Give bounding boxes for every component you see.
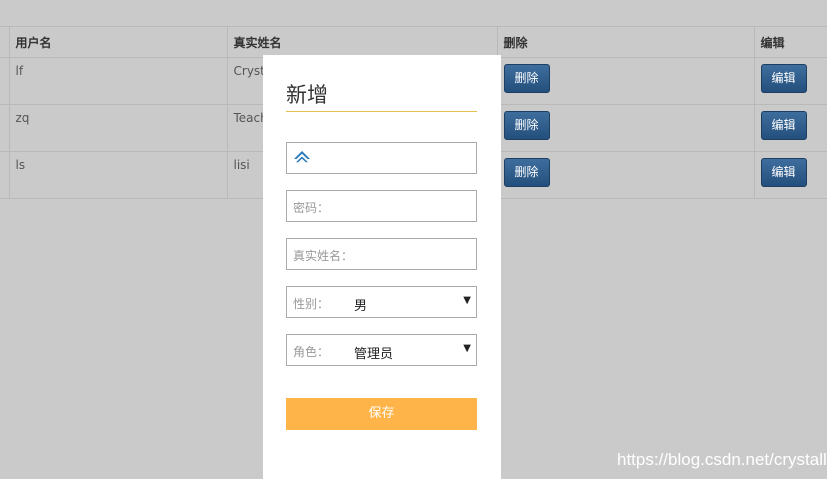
gender-label: 性别： [293,297,330,311]
home-icon [294,151,310,163]
username-field[interactable] [286,142,477,174]
header-spacer [0,26,10,58]
watermark: https://blog.csdn.net/crystallf [617,450,827,469]
cell-username: zq [9,104,228,152]
role-select[interactable]: 角色： 管理员 ▼ [286,334,477,366]
cell-delete: 删除 [497,104,755,152]
cell-username: ls [9,151,228,199]
edit-button[interactable]: 编辑 [760,64,807,93]
gender-value: 男 [354,299,368,314]
cell-edit: 编辑 [754,104,827,152]
realname-placeholder: 真实姓名： [293,249,354,263]
cell-username: lf [9,57,228,105]
edit-button[interactable]: 编辑 [760,111,807,140]
row-spacer [0,104,10,152]
header-realname: 真实姓名 [227,26,498,58]
edit-button[interactable]: 编辑 [760,158,807,187]
add-user-modal: 新增 密码： 真实姓名： 性别： 男 ▼ 角色： 管理员 ▼ 保存 [263,55,501,479]
delete-button[interactable]: 删除 [503,158,550,187]
cell-edit: 编辑 [754,151,827,199]
cell-delete: 删除 [497,151,755,199]
dropdown-caret-icon: ▼ [463,295,471,306]
header-username: 用户名 [9,26,228,58]
header-delete: 删除 [497,26,755,58]
cell-edit: 编辑 [754,57,827,105]
delete-button[interactable]: 删除 [503,111,550,140]
realname-field[interactable]: 真实姓名： [286,238,477,270]
table-header-row: 用户名 真实姓名 删除 编辑 [0,26,827,58]
role-value: 管理员 [354,347,394,362]
modal-title: 新增 [286,79,477,112]
dropdown-caret-icon: ▼ [463,343,471,354]
row-spacer [0,151,10,199]
delete-button[interactable]: 删除 [503,64,550,93]
save-button[interactable]: 保存 [286,398,477,430]
gender-select[interactable]: 性别： 男 ▼ [286,286,477,318]
cell-delete: 删除 [497,57,755,105]
header-edit: 编辑 [754,26,827,58]
password-field[interactable]: 密码： [286,190,477,222]
password-placeholder: 密码： [293,201,330,215]
role-label: 角色： [293,345,330,359]
row-spacer [0,57,10,105]
